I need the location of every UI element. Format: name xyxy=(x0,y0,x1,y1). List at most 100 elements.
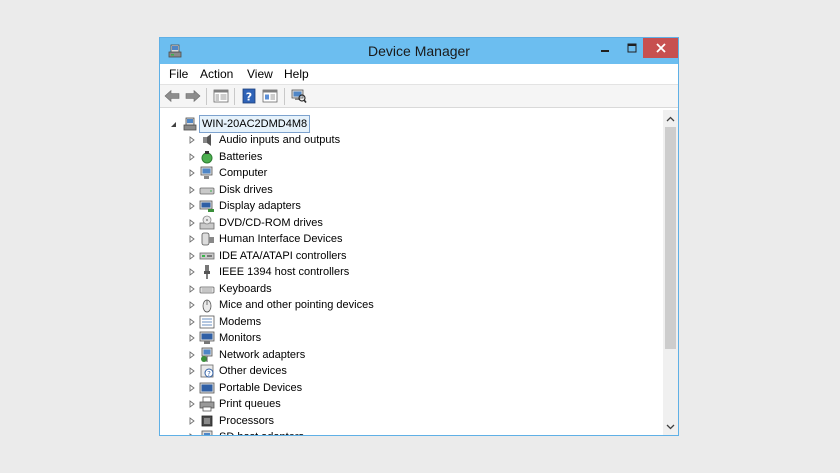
tree-item-label: IEEE 1394 host controllers xyxy=(219,266,350,278)
menu-file[interactable]: File xyxy=(169,67,188,81)
tree-item-label: Network adapters xyxy=(219,348,306,361)
minimize-icon xyxy=(600,50,609,52)
title-bar[interactable]: Device Manager xyxy=(160,38,678,64)
expand-arrow-icon[interactable] xyxy=(188,281,196,297)
expand-arrow-icon[interactable] xyxy=(188,429,196,435)
tree-item-audio-inputs-and-outputs[interactable]: Audio inputs and outputs xyxy=(160,132,560,148)
close-icon xyxy=(656,43,666,53)
expand-arrow-icon[interactable] xyxy=(188,396,196,412)
properties-button[interactable] xyxy=(261,88,279,104)
arrow-right-icon xyxy=(185,89,201,103)
scroll-up-button[interactable] xyxy=(663,110,678,127)
expand-arrow-icon[interactable] xyxy=(188,132,196,148)
tree-item-dvd-cd-rom-drives[interactable]: DVD/CD-ROM drives xyxy=(160,215,560,231)
tree-item-other-devices[interactable]: ? Other devices xyxy=(160,363,560,379)
tree-item-disk-drives[interactable]: Disk drives xyxy=(160,182,560,198)
mouse-icon xyxy=(202,299,212,313)
forward-button[interactable] xyxy=(184,88,202,104)
scrollbar-thumb[interactable] xyxy=(665,127,676,349)
expand-arrow-icon[interactable] xyxy=(188,248,196,264)
expand-arrow-icon[interactable] xyxy=(188,380,196,396)
expand-arrow-icon[interactable] xyxy=(188,330,196,346)
toolbar-separator xyxy=(234,88,235,105)
other-devices-icon: ? xyxy=(200,364,214,378)
keyboard-icon xyxy=(199,286,215,293)
tree-item-ieee-1394-host-controllers[interactable]: IEEE 1394 host controllers xyxy=(160,264,560,280)
collapse-arrow-icon[interactable] xyxy=(169,116,177,132)
device-manager-window: Device Manager File Action View Help ? W… xyxy=(159,37,679,436)
expand-arrow-icon[interactable] xyxy=(188,297,196,313)
expand-arrow-icon[interactable] xyxy=(188,264,196,280)
tree-item-portable-devices[interactable]: Portable Devices xyxy=(160,380,560,396)
tree-item-processors[interactable]: Processors xyxy=(160,413,560,429)
expand-arrow-icon[interactable] xyxy=(188,231,196,247)
back-button[interactable] xyxy=(163,88,181,104)
expand-arrow-icon[interactable] xyxy=(188,149,196,165)
toolbar-separator xyxy=(284,88,285,105)
tree-item-label: SD host adapters xyxy=(219,429,304,435)
computer-root-icon xyxy=(183,117,197,131)
scroll-down-button[interactable] xyxy=(663,418,678,435)
ide-controller-icon xyxy=(199,252,215,259)
expand-arrow-icon[interactable] xyxy=(188,363,196,379)
scan-hardware-changes-button[interactable] xyxy=(290,88,308,104)
tree-item-label: Display adapters xyxy=(219,200,301,212)
svg-text:?: ? xyxy=(246,91,252,104)
sd-adapter-icon xyxy=(201,430,213,435)
portable-device-icon xyxy=(199,382,215,393)
chevron-up-icon xyxy=(666,116,675,121)
root-computer-name[interactable]: WIN-20AC2DMD4M8 xyxy=(199,115,311,133)
maximize-button[interactable] xyxy=(618,38,645,58)
tree-item-label: Computer xyxy=(219,167,268,179)
tree-item-computer[interactable]: Computer xyxy=(160,165,560,181)
ieee1394-icon xyxy=(204,265,210,279)
tree-item-label: Monitors xyxy=(219,332,262,344)
menu-bar: File Action View Help xyxy=(160,64,678,84)
expand-arrow-icon[interactable] xyxy=(188,347,196,363)
computer-icon xyxy=(200,166,213,179)
menu-action[interactable]: Action xyxy=(200,67,233,81)
help-button[interactable]: ? xyxy=(240,88,258,104)
tree-item-label: Disk drives xyxy=(219,183,273,196)
menu-help[interactable]: Help xyxy=(284,67,309,81)
tree-item-label: DVD/CD-ROM drives xyxy=(219,216,323,229)
arrow-left-icon xyxy=(164,89,180,103)
expand-arrow-icon[interactable] xyxy=(188,198,196,214)
tree-item-monitors[interactable]: Monitors xyxy=(160,330,560,346)
vertical-scrollbar[interactable] xyxy=(663,110,678,435)
dvd-drive-icon xyxy=(199,215,215,229)
tree-item-batteries[interactable]: Batteries xyxy=(160,149,560,165)
help-icon: ? xyxy=(242,88,256,104)
expand-arrow-icon[interactable] xyxy=(188,413,196,429)
tree-root[interactable]: WIN-20AC2DMD4M8 xyxy=(160,115,360,133)
tree-item-human-interface-devices[interactable]: Human Interface Devices xyxy=(160,231,560,247)
tree-item-network-adapters[interactable]: Network adapters xyxy=(160,347,560,363)
minimize-button[interactable] xyxy=(591,38,618,58)
close-button[interactable] xyxy=(643,38,678,58)
tree-item-label: Modems xyxy=(219,315,262,328)
expand-arrow-icon[interactable] xyxy=(188,182,196,198)
tree-item-label: Audio inputs and outputs xyxy=(219,134,341,146)
modem-icon xyxy=(199,315,215,328)
tree-item-display-adapters[interactable]: Display adapters xyxy=(160,198,560,214)
tree-item-print-queues[interactable]: Print queues xyxy=(160,396,560,412)
console-tree-icon xyxy=(213,89,229,103)
tree-item-label: IDE ATA/ATAPI controllers xyxy=(219,249,347,262)
tree-item-keyboards[interactable]: Keyboards xyxy=(160,281,560,297)
tree-item-label: Human Interface Devices xyxy=(219,233,343,245)
expand-arrow-icon[interactable] xyxy=(188,314,196,330)
device-tree[interactable]: WIN-20AC2DMD4M8 Audio inputs and outputs… xyxy=(160,110,663,435)
tree-item-label: Mice and other pointing devices xyxy=(219,299,374,311)
printer-icon xyxy=(199,396,215,412)
expand-arrow-icon[interactable] xyxy=(188,215,196,231)
tree-item-ide-ata-atapi-controllers[interactable]: IDE ATA/ATAPI controllers xyxy=(160,248,560,264)
tree-item-sd-host-adapters[interactable]: SD host adapters xyxy=(160,429,560,435)
expand-arrow-icon[interactable] xyxy=(188,165,196,181)
menu-view[interactable]: View xyxy=(247,67,273,81)
tree-item-label: Keyboards xyxy=(219,282,272,295)
tree-item-label: Batteries xyxy=(219,150,263,163)
show-hide-console-tree-button[interactable] xyxy=(212,88,230,104)
tree-item-mice-and-other-pointing-devices[interactable]: Mice and other pointing devices xyxy=(160,297,560,313)
tree-item-modems[interactable]: Modems xyxy=(160,314,560,330)
monitor-icon xyxy=(199,331,215,344)
